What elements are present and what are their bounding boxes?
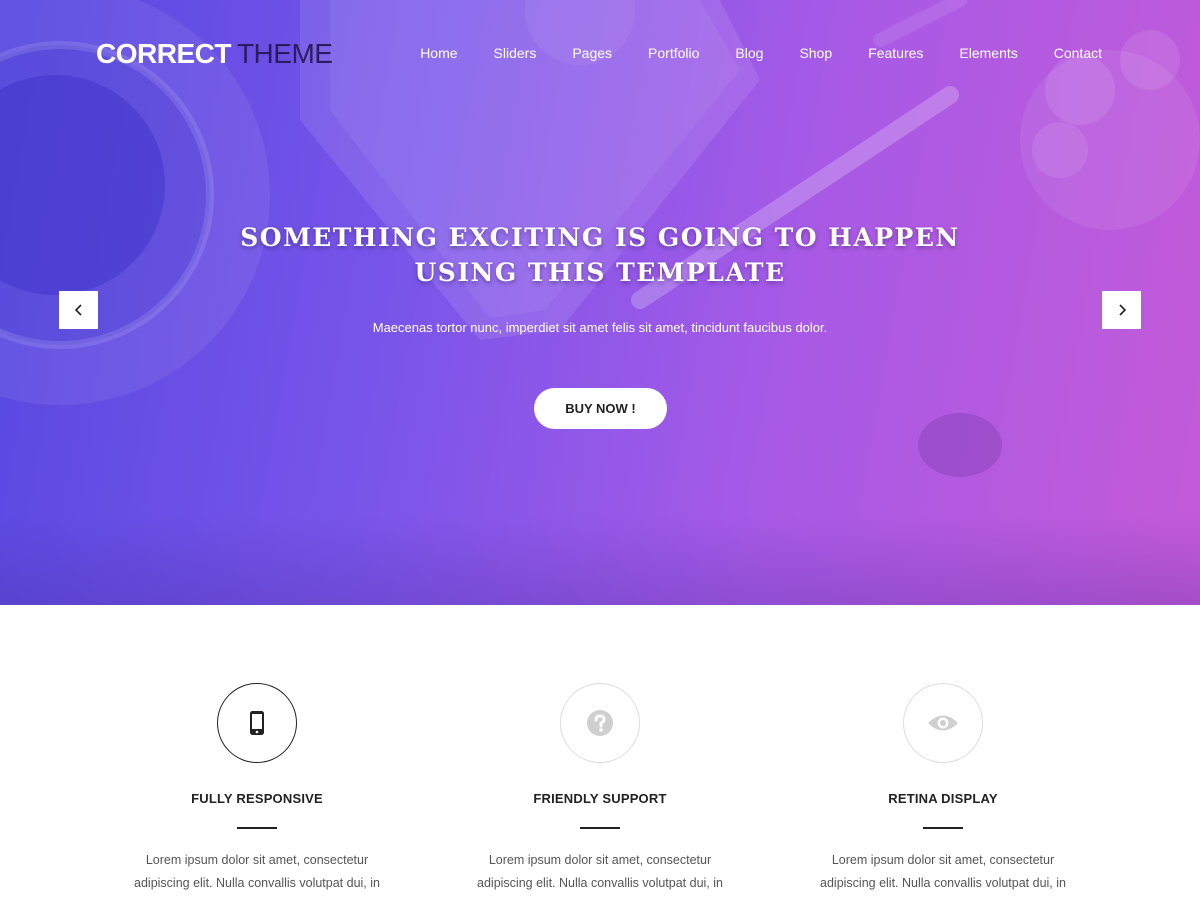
- feature-text: Lorem ipsum dolor sit amet, consectetur …: [477, 853, 723, 890]
- nav-item-shop[interactable]: Shop: [781, 44, 850, 62]
- nav-item-home[interactable]: Home: [402, 44, 475, 62]
- logo-strong-text: CORRECT: [96, 38, 231, 69]
- logo-light-text: THEME: [236, 38, 333, 69]
- chevron-right-icon: [1118, 304, 1126, 316]
- slider-next-button[interactable]: [1102, 291, 1141, 329]
- nav-item-sliders[interactable]: Sliders: [476, 44, 555, 62]
- feature-title: FRIENDLY SUPPORT: [533, 791, 667, 806]
- nav-item-blog[interactable]: Blog: [717, 44, 781, 62]
- nav-item-contact[interactable]: Contact: [1036, 44, 1120, 62]
- feature-icon-circle[interactable]: [903, 683, 983, 763]
- hero-title-line-1: SOMETHING EXCITING IS GOING TO HAPPEN: [240, 223, 960, 252]
- feature-text: Lorem ipsum dolor sit amet, consectetur …: [134, 853, 380, 890]
- feature-icon-circle[interactable]: [560, 683, 640, 763]
- hero-slider: CORRECT THEME Home Sliders Pages Portfoli…: [0, 0, 1200, 605]
- feature-divider: [923, 827, 963, 829]
- eye-icon: [928, 715, 958, 731]
- nav-item-pages[interactable]: Pages: [554, 44, 630, 62]
- feature-title: RETINA DISPLAY: [888, 791, 998, 806]
- mobile-phone-icon: [250, 711, 264, 735]
- feature-divider: [580, 827, 620, 829]
- buy-now-button[interactable]: BUY NOW !: [534, 388, 667, 429]
- hero-bottom-shade: [0, 515, 1200, 605]
- feature-divider: [237, 827, 277, 829]
- site-logo[interactable]: CORRECT THEME: [96, 38, 333, 70]
- feature-title: FULLY RESPONSIVE: [191, 791, 323, 806]
- question-circle-icon: [587, 710, 613, 736]
- hero-subtitle: Maecenas tortor nunc, imperdiet sit amet…: [372, 320, 828, 335]
- feature-text: Lorem ipsum dolor sit amet, consectetur …: [820, 853, 1066, 890]
- main-navigation: Home Sliders Pages Portfolio Blog Shop F…: [402, 44, 1120, 62]
- nav-item-portfolio[interactable]: Portfolio: [630, 44, 717, 62]
- hero-title: SOMETHING EXCITING IS GOING TO HAPPEN US…: [0, 220, 1200, 290]
- chevron-left-icon: [74, 304, 82, 316]
- nav-item-features[interactable]: Features: [850, 44, 941, 62]
- hero-title-line-2: USING THIS TEMPLATE: [414, 258, 786, 287]
- nav-item-elements[interactable]: Elements: [941, 44, 1035, 62]
- slider-prev-button[interactable]: [59, 291, 98, 329]
- feature-icon-circle[interactable]: [217, 683, 297, 763]
- features-section: FULLY RESPONSIVE Lorem ipsum dolor sit a…: [0, 605, 1200, 900]
